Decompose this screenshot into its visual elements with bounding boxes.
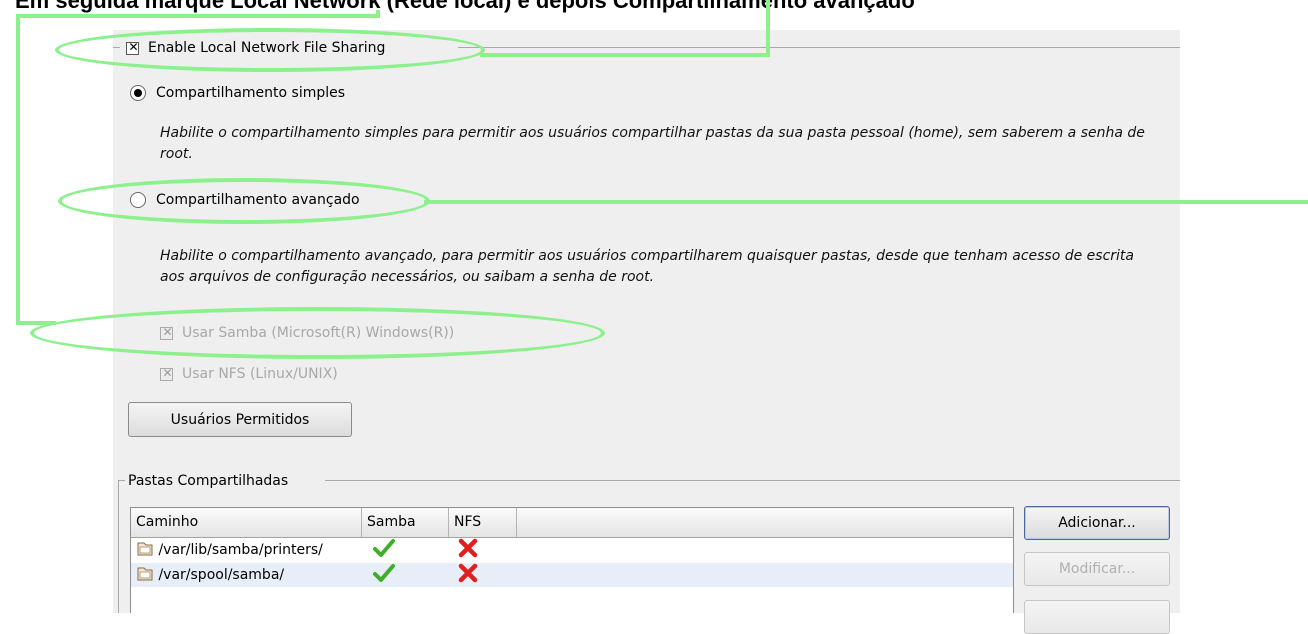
groupbox-border-top-right xyxy=(458,47,1180,48)
folder-icon xyxy=(137,567,153,581)
advanced-sharing-description: Habilite o compartilhamento avançado, pa… xyxy=(160,248,1134,285)
table-row[interactable]: /var/spool/samba/ xyxy=(131,563,1013,587)
row-path-cell: /var/spool/samba/ xyxy=(136,563,284,587)
row-nfs-cell xyxy=(458,538,478,562)
radio-selected-icon[interactable] xyxy=(130,85,146,101)
use-nfs-checkbox[interactable]: Usar NFS (Linux/UNIX) xyxy=(160,364,338,384)
advanced-sharing-radio[interactable]: Compartilhamento avançado xyxy=(130,190,360,210)
allowed-users-button[interactable]: Usuários Permitidos xyxy=(128,402,352,437)
advanced-sharing-label: Compartilhamento avançado xyxy=(156,192,360,208)
groupbox-border-top xyxy=(113,47,120,48)
folder-icon xyxy=(137,542,153,556)
simple-sharing-radio[interactable]: Compartilhamento simples xyxy=(130,83,345,103)
modify-folder-button[interactable]: Modificar... xyxy=(1024,552,1170,586)
annotation-line-samba-left xyxy=(16,321,56,325)
caption-strip: Em seguida marque Local Network (Rede lo… xyxy=(0,0,1308,18)
row-samba-cell xyxy=(373,563,395,587)
use-samba-label: Usar Samba (Microsoft(R) Windows(R)) xyxy=(182,325,455,341)
caption-text: Em seguida marque Local Network (Rede lo… xyxy=(15,0,915,13)
folders-groupbox-border-top-right xyxy=(325,480,1180,481)
row-samba-cell xyxy=(373,538,395,562)
simple-sharing-label: Compartilhamento simples xyxy=(156,85,346,101)
row-path: /var/lib/samba/printers/ xyxy=(158,542,323,558)
row-path: /var/spool/samba/ xyxy=(158,567,285,583)
annotation-line-caption-left xyxy=(16,14,20,324)
check-icon xyxy=(373,564,395,582)
add-folder-button[interactable]: Adicionar... xyxy=(1024,506,1170,540)
radio-unselected-icon[interactable] xyxy=(130,192,146,208)
shared-folders-title-text: Pastas Compartilhadas xyxy=(128,473,289,489)
row-nfs-cell xyxy=(458,563,478,587)
enable-sharing-label: Enable Local Network File Sharing xyxy=(148,40,386,56)
check-icon xyxy=(373,539,395,557)
table-row[interactable]: /var/lib/samba/printers/ xyxy=(131,538,1013,562)
enable-sharing-checkbox[interactable]: Enable Local Network File Sharing xyxy=(126,38,385,58)
folders-groupbox-border-top-left xyxy=(118,480,125,481)
shared-folders-table[interactable]: Caminho Samba NFS /var/lib/samba/printer… xyxy=(130,507,1014,613)
table-header: Caminho Samba NFS xyxy=(131,508,1013,538)
use-samba-checkbox[interactable]: Usar Samba (Microsoft(R) Windows(R)) xyxy=(160,323,454,343)
enable-sharing-check-icon[interactable] xyxy=(126,40,140,55)
use-nfs-label: Usar NFS (Linux/UNIX) xyxy=(182,366,338,382)
nfs-check-icon[interactable] xyxy=(160,366,174,381)
column-header-samba[interactable]: Samba xyxy=(362,508,449,537)
shared-folders-title: Pastas Compartilhadas xyxy=(126,471,291,491)
samba-check-icon[interactable] xyxy=(160,325,174,340)
row-path-cell: /var/lib/samba/printers/ xyxy=(136,538,323,562)
cross-icon xyxy=(458,538,478,558)
folders-groupbox-border-left xyxy=(118,480,119,613)
remove-folder-button[interactable] xyxy=(1024,600,1170,634)
simple-sharing-description: Habilite o compartilhamento simples para… xyxy=(160,125,1145,162)
column-header-nfs[interactable]: NFS xyxy=(449,508,517,537)
column-header-path[interactable]: Caminho xyxy=(131,508,362,537)
cross-icon xyxy=(458,563,478,583)
